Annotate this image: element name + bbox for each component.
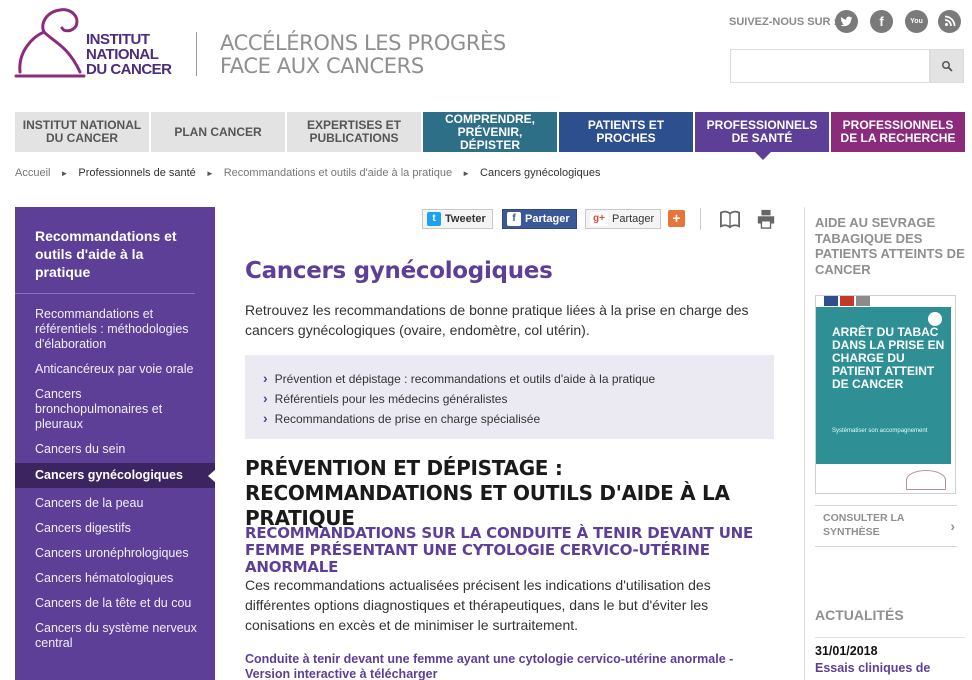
seal-icon: [928, 312, 942, 326]
sidebar-item[interactable]: Cancers uronéphrologiques: [15, 546, 215, 561]
sidebar: Recommandations et outils d'aide à la pr…: [15, 207, 216, 680]
nav-item-professionnels-sante[interactable]: PROFESSIONNELS DE SANTÉ: [695, 112, 829, 160]
chevron-right-icon: ›: [950, 518, 955, 534]
sidebar-item[interactable]: Cancers de la tête et du cou: [15, 596, 215, 611]
breadcrumb: Accueil ► Professionnels de santé ► Reco…: [15, 167, 600, 179]
search-button[interactable]: [930, 49, 964, 83]
youtube-icon[interactable]: You: [905, 10, 928, 33]
consult-synthesis-link[interactable]: CONSULTER LA SYNTHÈSE ›: [815, 505, 957, 547]
news-date: 31/01/2018: [815, 644, 878, 658]
inca-logo-small-icon: [906, 470, 946, 490]
page-title: Cancers gynécologiques: [245, 258, 553, 284]
sidebar-list: Recommandations et référentiels : méthod…: [15, 307, 216, 651]
breadcrumb-separator-icon: ►: [462, 168, 471, 178]
facebook-share-button[interactable]: f Partager: [502, 209, 577, 229]
inca-logo[interactable]: INSTITUT NATIONAL DU CANCER: [14, 2, 174, 82]
search-icon: [942, 61, 953, 72]
sidebar-item[interactable]: Anticancéreux par voie orale: [15, 362, 215, 377]
nav-item-institut[interactable]: INSTITUT NATIONAL DU CANCER: [15, 112, 149, 152]
sidebar-item[interactable]: Cancers du système nerveux central: [15, 621, 215, 651]
intro-text: Retrouvez les recommandations de bonne p…: [245, 302, 749, 338]
guide-cover-image[interactable]: ARRÊT DU TABAC DANS LA PRISE EN CHARGE D…: [815, 295, 956, 494]
sidebar-item[interactable]: Recommandations et référentiels : méthod…: [15, 307, 215, 352]
sidebar-item-active[interactable]: Cancers gynécologiques: [15, 463, 216, 488]
logo-text: INSTITUT NATIONAL DU CANCER: [86, 31, 172, 78]
news-divider: [815, 637, 965, 638]
nav-item-professionnels-recherche[interactable]: PROFESSIONNELS DE LA RECHERCHE: [831, 112, 965, 152]
book-icon[interactable]: [719, 209, 741, 229]
nav-item-patients[interactable]: PATIENTS ET PROCHES: [559, 112, 693, 152]
toolbar-divider: [700, 208, 701, 230]
promo-title[interactable]: AIDE AU SEVRAGE TABAGIQUE DES PATIENTS A…: [815, 215, 965, 277]
facebook-icon: f: [507, 212, 521, 226]
guide-cover-subtitle: Systématiser son accompagnement: [832, 428, 928, 434]
sidebar-item[interactable]: Cancers hématologiques: [15, 571, 215, 586]
nav-item-expertises[interactable]: EXPERTISES ET PUBLICATIONS: [287, 112, 421, 152]
toc-link[interactable]: Référentiels pour les médecins généralis…: [263, 389, 758, 409]
breadcrumb-separator-icon: ►: [205, 168, 214, 178]
logo-emblem-icon: [14, 8, 86, 78]
sidebar-item[interactable]: Cancers bronchopulmonaires et pleuraux: [15, 387, 215, 432]
body-text: Ces recommandations actualisées précisen…: [245, 577, 711, 633]
twitter-bird-icon: t: [427, 212, 441, 226]
main-nav: INSTITUT NATIONAL DU CANCER PLAN CANCER …: [15, 112, 965, 160]
rss-icon[interactable]: [938, 10, 961, 33]
news-title: ACTUALITÉS: [815, 607, 904, 623]
toc-link[interactable]: Recommandations de prise en charge spéci…: [263, 409, 758, 429]
news-headline[interactable]: Essais cliniques de: [815, 661, 965, 676]
sidebar-item[interactable]: Cancers de la peau: [15, 496, 215, 511]
tagline: ACCÉLÉRONS LES PROGRÈS FACE AUX CANCERS: [220, 31, 506, 78]
more-share-button[interactable]: +: [668, 210, 685, 227]
print-icon[interactable]: [755, 209, 777, 229]
logo-divider: [196, 32, 197, 76]
table-of-contents: Prévention et dépistage : recommandation…: [245, 355, 774, 439]
facebook-icon[interactable]: f: [870, 10, 893, 33]
google-plus-icon: g+: [590, 212, 608, 226]
document-link[interactable]: Conduite à tenir devant une femme ayant …: [245, 652, 774, 680]
subsection-title: RECOMMANDATIONS SUR LA CONDUITE À TENIR …: [245, 524, 754, 576]
sidebar-item[interactable]: Cancers digestifs: [15, 521, 215, 536]
right-column: AIDE AU SEVRAGE TABAGIQUE DES PATIENTS A…: [804, 207, 972, 680]
search-input[interactable]: [730, 49, 930, 83]
breadcrumb-current: Cancers gynécologiques: [480, 167, 601, 179]
section-title: PRÉVENTION ET DÉPISTAGE : RECOMMANDATION…: [245, 456, 730, 530]
twitter-icon[interactable]: [835, 10, 858, 33]
nav-item-comprendre[interactable]: COMPRENDRE, PRÉVENIR, DÉPISTER: [423, 112, 557, 152]
breadcrumb-home[interactable]: Accueil: [15, 167, 50, 179]
follow-label: SUIVEZ-NOUS SUR :: [729, 16, 838, 28]
tweet-button[interactable]: t Tweeter: [422, 209, 493, 229]
breadcrumb-separator-icon: ►: [60, 168, 69, 178]
sidebar-item[interactable]: Cancers du sein: [15, 442, 215, 457]
google-share-button[interactable]: g+ Partager: [585, 209, 662, 229]
sidebar-title[interactable]: Recommandations et outils d'aide à la pr…: [15, 207, 195, 294]
breadcrumb-recommandations[interactable]: Recommandations et outils d'aide à la pr…: [224, 167, 452, 179]
guide-cover-title: ARRÊT DU TABAC DANS LA PRISE EN CHARGE D…: [832, 325, 945, 391]
breadcrumb-professionnels[interactable]: Professionnels de santé: [78, 167, 195, 179]
nav-item-plan-cancer[interactable]: PLAN CANCER: [151, 112, 285, 152]
toc-link[interactable]: Prévention et dépistage : recommandation…: [263, 369, 758, 389]
